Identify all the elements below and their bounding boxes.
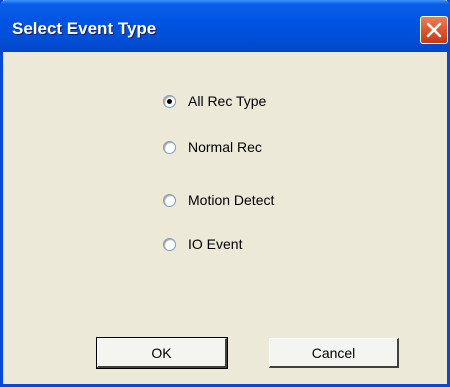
radio-motion-detect[interactable] [163, 193, 176, 207]
title-bar[interactable]: Select Event Type [0, 0, 450, 52]
option-all-rec-type[interactable]: All Rec Type [163, 90, 266, 112]
option-io-event[interactable]: IO Event [163, 233, 242, 255]
cancel-button[interactable]: Cancel [269, 338, 399, 368]
radio-normal-rec[interactable] [163, 140, 176, 154]
close-button[interactable] [420, 16, 448, 44]
ok-button[interactable]: OK [96, 337, 228, 369]
option-label-motion-detect: Motion Detect [188, 192, 275, 208]
option-label-io-event: IO Event [188, 236, 243, 252]
radio-all-rec-type[interactable] [163, 94, 176, 108]
window-title: Select Event Type [12, 19, 157, 38]
dialog-content: All Rec Type Normal Rec Motion Detect IO… [3, 52, 447, 384]
dialog-window: Select Event Type All Rec Type Normal Re… [0, 0, 450, 387]
option-label-normal-rec: Normal Rec [188, 139, 262, 155]
close-icon [426, 22, 442, 38]
radio-io-event[interactable] [163, 237, 176, 251]
option-normal-rec[interactable]: Normal Rec [163, 136, 262, 158]
option-label-all-rec-type: All Rec Type [188, 93, 267, 109]
option-motion-detect[interactable]: Motion Detect [163, 189, 274, 211]
